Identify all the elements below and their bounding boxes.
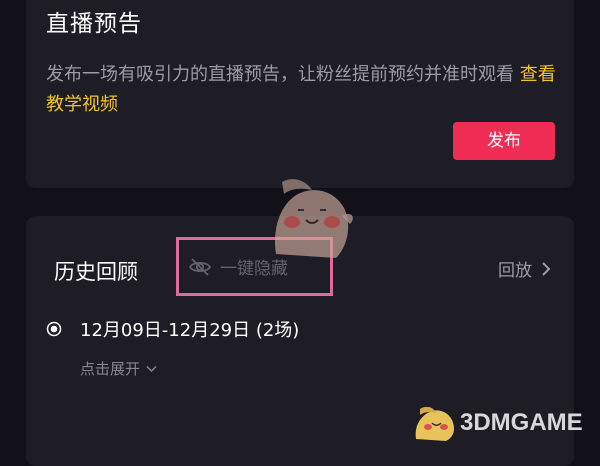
publish-button[interactable]: 发布 bbox=[453, 122, 555, 160]
history-period-item[interactable]: 12月09日-12月29日 (2场) bbox=[46, 316, 299, 342]
live-preview-card: 直播预告 发布一场有吸引力的直播预告，让粉丝提前预约并准时观看 查看教学视频 发… bbox=[26, 0, 574, 188]
expand-label: 点击展开 bbox=[80, 360, 141, 378]
replay-label: 回放 bbox=[498, 261, 532, 281]
expand-button[interactable]: 点击展开 bbox=[80, 358, 157, 379]
replay-link[interactable]: 回放 bbox=[498, 256, 552, 281]
site-mascot-icon bbox=[415, 406, 454, 441]
radio-selected-icon bbox=[46, 321, 62, 337]
preview-description: 发布一场有吸引力的直播预告，让粉丝提前预约并准时观看 bbox=[46, 64, 514, 85]
chevron-right-icon bbox=[542, 261, 551, 276]
site-watermark: 3DMGAME bbox=[410, 403, 583, 443]
mascot-watermark-icon bbox=[274, 179, 353, 258]
chevron-down-icon bbox=[146, 365, 157, 372]
history-title: 历史回顾 bbox=[54, 260, 138, 284]
period-label: 12月09日-12月29日 (2场) bbox=[80, 320, 300, 341]
preview-title: 直播预告 bbox=[46, 11, 142, 37]
site-name: 3DMGAME bbox=[460, 409, 583, 436]
preview-description-block: 发布一场有吸引力的直播预告，让粉丝提前预约并准时观看 查看教学视频 bbox=[46, 60, 566, 120]
